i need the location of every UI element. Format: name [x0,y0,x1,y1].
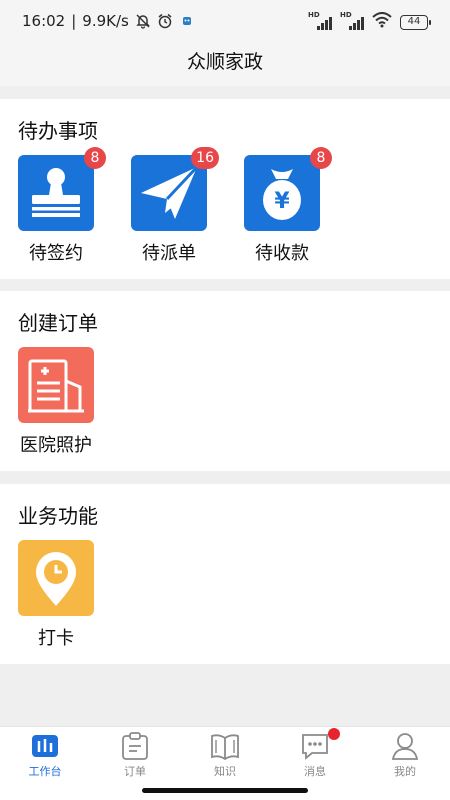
business-section: 业务功能 打卡 [0,484,450,664]
svg-text:¥: ¥ [274,189,290,214]
page-title: 众顺家政 [186,51,263,73]
clock-in-pin-icon [18,540,94,616]
profile-icon [390,731,420,761]
order-clipboard-icon [120,731,150,761]
tab-label: 工作台 [28,765,62,778]
stamp-icon: 8 [18,147,106,231]
tab-knowledge[interactable]: 知识 [180,731,270,779]
signal-icon: HD [308,11,332,31]
tab-orders[interactable]: 订单 [90,731,180,779]
battery-level: 44 [407,15,421,27]
status-bar: 16:02 | 9.9K/s HD HD 44 [0,0,450,44]
section-title: 业务功能 [18,504,98,528]
count-badge: 8 [84,147,106,169]
count-badge: 8 [310,147,332,169]
workbench-icon [30,731,60,761]
book-icon [210,731,240,761]
create-order-section: 创建订单 医院照护 [0,291,450,471]
network-speed: 9.9K/s [82,12,129,30]
tab-label: 消息 [304,765,326,778]
tile-label: 待派单 [142,243,196,264]
unread-dot [328,728,340,740]
status-divider: | [71,12,77,30]
section-title: 创建订单 [18,311,98,335]
app-notification-icon [179,13,195,29]
home-indicator[interactable] [142,788,308,793]
paper-plane-icon: 16 [131,147,219,231]
pending-payment-tile[interactable]: ¥ 8 待收款 [232,147,332,265]
hospital-care-tile[interactable]: 医院照护 [6,347,106,457]
tab-workbench[interactable]: 工作台 [0,731,90,779]
count-badge: 16 [191,147,219,169]
tab-label: 订单 [124,765,146,778]
money-bag-icon: ¥ 8 [244,147,332,231]
alarm-icon [157,13,173,29]
tab-profile[interactable]: 我的 [360,731,450,779]
tab-label: 知识 [214,765,236,778]
tile-label: 待签约 [29,243,83,264]
status-time: 16:02 [22,12,66,30]
battery-icon: 44 [400,14,431,30]
app-header: 众顺家政 [0,44,450,86]
tab-label: 我的 [394,765,416,778]
tab-messages[interactable]: 消息 [270,728,360,779]
signal-icon: HD [340,11,364,31]
status-right: HD HD 44 [308,11,431,32]
mute-bell-icon [135,13,151,29]
tile-label: 打卡 [38,628,74,649]
pending-dispatch-tile[interactable]: 16 待派单 [119,147,219,265]
section-title: 待办事项 [18,119,98,143]
clock-in-tile[interactable]: 打卡 [6,540,106,650]
tile-label: 医院照护 [20,435,92,456]
tile-label: 待收款 [255,243,309,264]
status-left: 16:02 | 9.9K/s [22,12,195,30]
todo-section: 待办事项 8 待签约 16 待派单 ¥ 8 待收款 [0,99,450,279]
pending-sign-tile[interactable]: 8 待签约 [6,147,106,265]
wifi-icon [372,12,392,32]
hospital-icon [18,347,94,423]
message-icon [300,728,340,761]
